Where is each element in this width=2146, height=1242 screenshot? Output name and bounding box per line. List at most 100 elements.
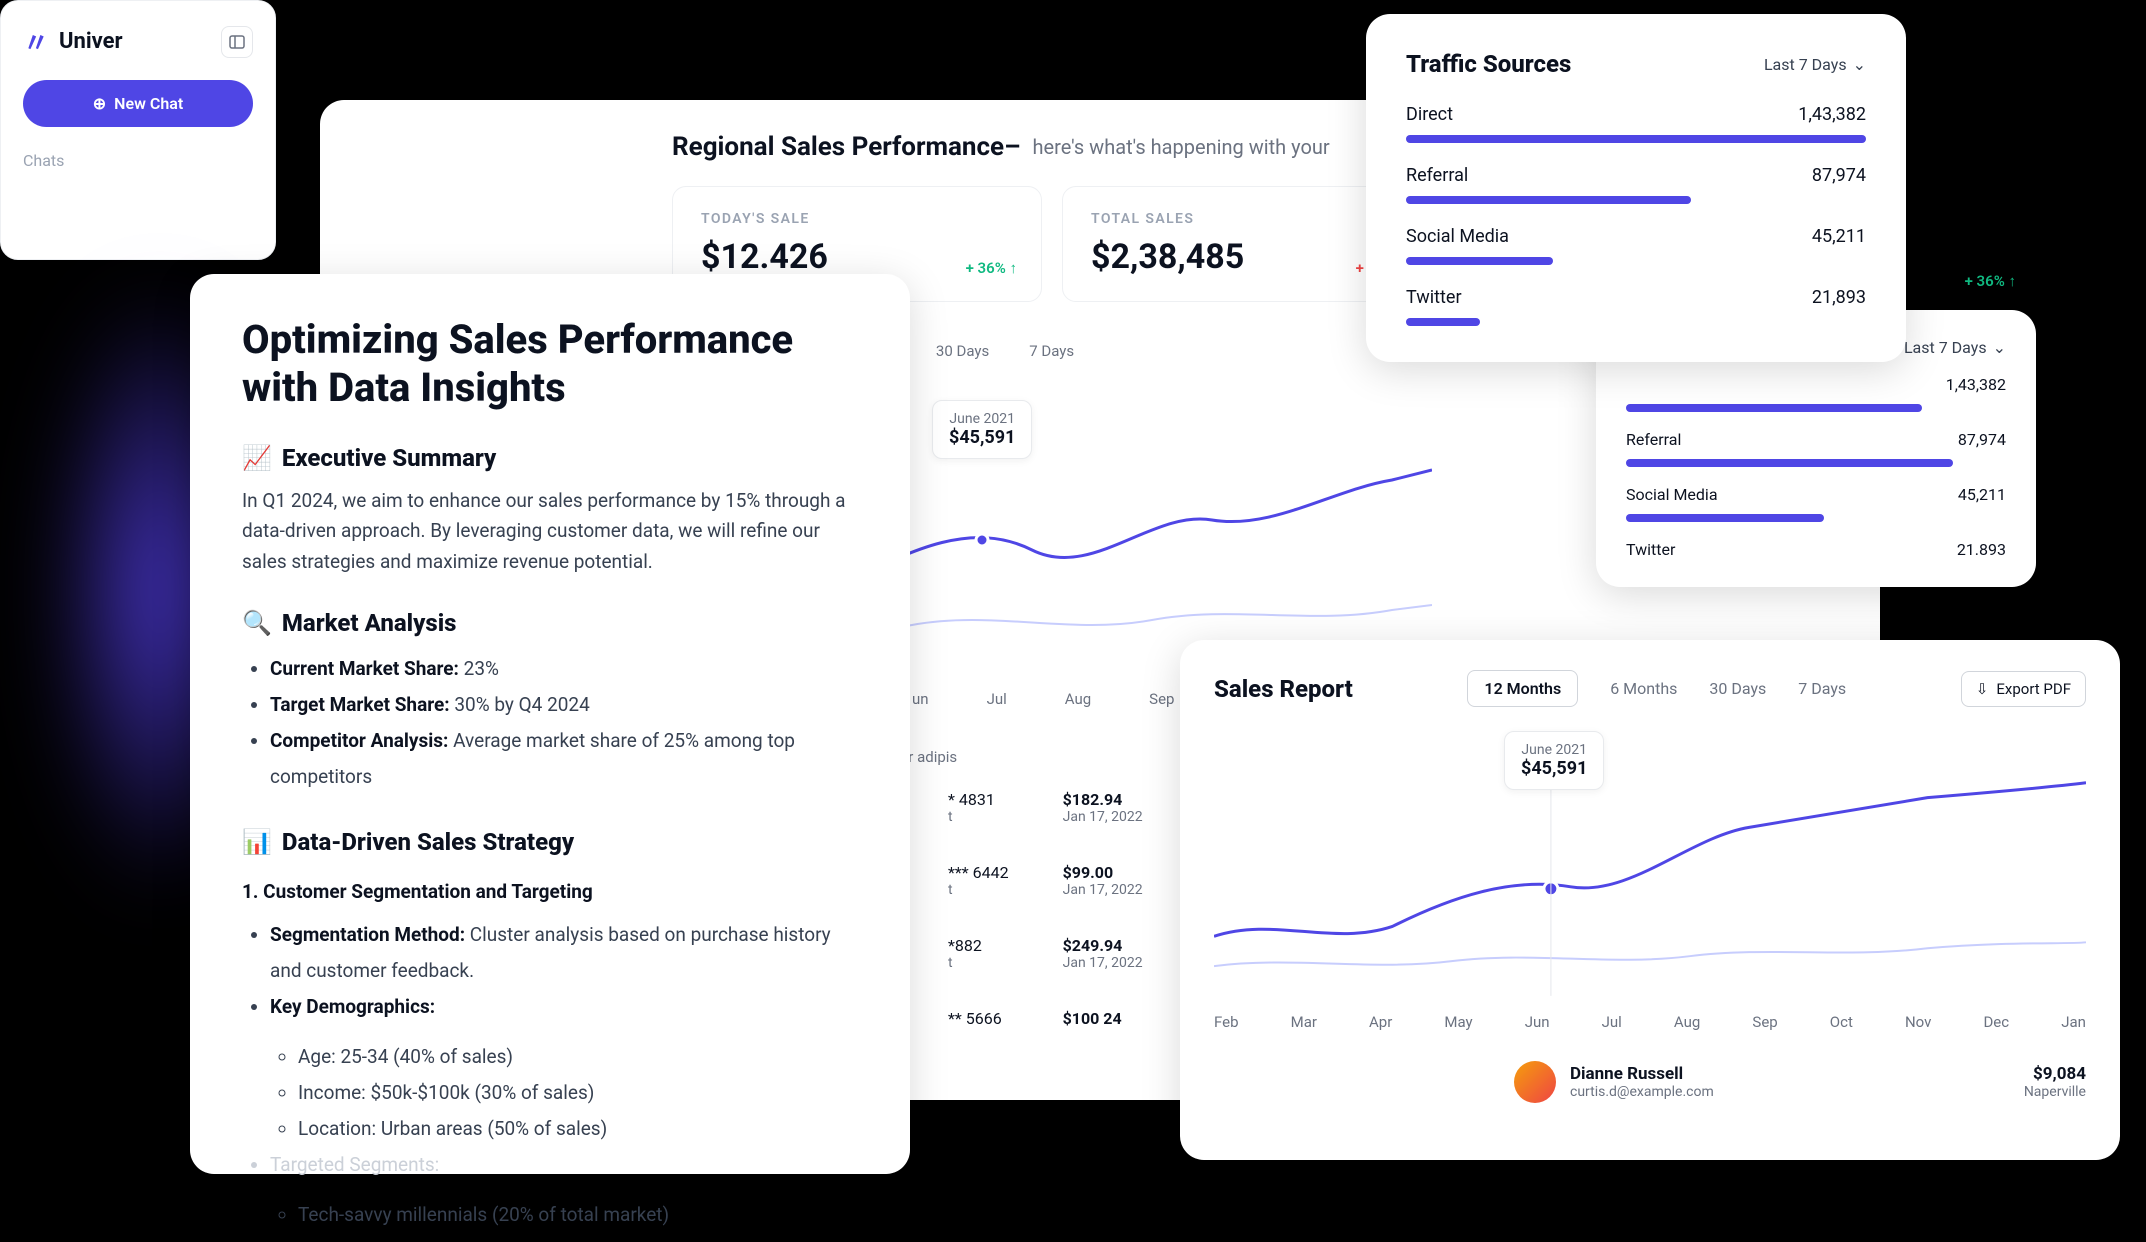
new-chat-button[interactable]: ⊕ New Chat bbox=[23, 80, 253, 127]
sidebar-toggle-icon[interactable] bbox=[221, 26, 253, 58]
stat-change-overflow: + 36% ↑ bbox=[1965, 272, 2016, 290]
sales-report-card: Sales Report 12 Months 6 Months 30 Days … bbox=[1180, 640, 2120, 1160]
tooltip-value: $45,591 bbox=[949, 427, 1015, 448]
traffic-name: Twitter bbox=[1406, 287, 1462, 308]
tab-30days[interactable]: 30 Days bbox=[1709, 679, 1766, 698]
traffic-bar bbox=[1406, 196, 1691, 204]
month-label: Jan bbox=[2061, 1013, 2086, 1031]
traffic-value: 45,211 bbox=[1958, 485, 2006, 504]
market-list: Current Market Share: 23%Target Market S… bbox=[242, 651, 858, 795]
brand-name: Univer bbox=[59, 29, 123, 54]
sales-chart: June 2021 $45,591 bbox=[1214, 737, 2086, 997]
tab-7days[interactable]: 7 Days bbox=[1798, 679, 1846, 698]
table-row: *882t $249.94Jan 17, 2022 bbox=[922, 918, 1169, 989]
user-name: Dianne Russell bbox=[1570, 1064, 1714, 1084]
bar-chart-emoji-icon: 📊 bbox=[242, 828, 272, 856]
month-label: May bbox=[1444, 1013, 1472, 1031]
user-amount: $9,084 bbox=[2024, 1064, 2086, 1084]
traffic-row: Direct 1,43,382 bbox=[1406, 104, 1866, 125]
table-row: ** 5666 $100 24 bbox=[922, 991, 1169, 1046]
month-label: Dec bbox=[1983, 1013, 2009, 1031]
stat-label: TODAY'S SALE bbox=[701, 211, 1013, 227]
month-label: Sep bbox=[1752, 1013, 1777, 1031]
month-label: Aug bbox=[1065, 690, 1091, 708]
range-selector[interactable]: Last 7 Days ⌄ bbox=[1764, 55, 1866, 74]
traffic-row: 1,43,382 bbox=[1626, 375, 2006, 394]
list-item: Target Market Share: 30% by Q4 2024 bbox=[270, 687, 858, 723]
traffic-row: Twitter 21,893 bbox=[1406, 287, 1866, 308]
month-label: Jul bbox=[987, 690, 1007, 708]
traffic-title: Traffic Sources bbox=[1406, 50, 1571, 78]
traffic-name: Social Media bbox=[1626, 485, 1718, 504]
nested-list: Tech-savvy millennials (20% of total mar… bbox=[270, 1197, 858, 1233]
range-tab[interactable]: 7 Days bbox=[1029, 342, 1074, 360]
list-item: Age: 25-34 (40% of sales) bbox=[298, 1039, 858, 1075]
range-tab[interactable]: 30 Days bbox=[936, 342, 989, 360]
month-label: Mar bbox=[1291, 1013, 1317, 1031]
traffic-name: Direct bbox=[1406, 104, 1453, 125]
exec-summary-body: In Q1 2024, we aim to enhance our sales … bbox=[242, 486, 858, 577]
tooltip-date: June 2021 bbox=[949, 411, 1015, 427]
list-item: Segmentation Method: Cluster analysis ba… bbox=[270, 917, 858, 989]
doc-title: Optimizing Sales Performance with Data I… bbox=[242, 316, 858, 412]
month-label: Aug bbox=[1674, 1013, 1700, 1031]
heading-executive-summary: 📈Executive Summary bbox=[242, 444, 858, 472]
traffic-bar bbox=[1406, 318, 1480, 326]
traffic-bar bbox=[1626, 459, 1953, 467]
table-row: *** 6442t $99.00Jan 17, 2022 bbox=[922, 845, 1169, 916]
univer-sidebar: 〃 Univer ⊕ New Chat Chats bbox=[0, 0, 276, 260]
chevron-down-icon: ⌄ bbox=[1993, 338, 2006, 357]
avatar bbox=[1514, 1061, 1556, 1103]
heading-market-analysis: 🔍Market Analysis bbox=[242, 609, 858, 637]
month-label: Oct bbox=[1830, 1013, 1853, 1031]
list-item: Tech-savvy millennials (20% of total mar… bbox=[298, 1197, 858, 1233]
traffic-row: Social Media 45,211 bbox=[1626, 485, 2006, 504]
tab-6months[interactable]: 6 Months bbox=[1610, 679, 1677, 698]
magnifier-emoji-icon: 🔍 bbox=[242, 609, 272, 637]
heading-strategy: 📊Data-Driven Sales Strategy bbox=[242, 828, 858, 856]
traffic-name: Social Media bbox=[1406, 226, 1509, 247]
traffic-row: Referral 87,974 bbox=[1406, 165, 1866, 186]
tab-12months[interactable]: 12 Months bbox=[1467, 670, 1578, 707]
traffic-row: Twitter 21.893 bbox=[1626, 540, 2006, 559]
month-label: Jul bbox=[1602, 1013, 1622, 1031]
sales-report-title: Sales Report bbox=[1214, 675, 1353, 703]
month-label: un bbox=[912, 690, 929, 708]
traffic-name: Referral bbox=[1406, 165, 1468, 186]
download-icon: ⇩ bbox=[1976, 680, 1989, 698]
list-item: Current Market Share: 23% bbox=[270, 651, 858, 687]
traffic-name: Referral bbox=[1626, 430, 1681, 449]
traffic-value: 87,974 bbox=[1812, 165, 1866, 186]
traffic-sources-card: Traffic Sources Last 7 Days ⌄ Direct 1,4… bbox=[1366, 14, 1906, 362]
list-item: Location: Urban areas (50% of sales) bbox=[298, 1111, 858, 1147]
subheading-segmentation: 1. Customer Segmentation and Targeting bbox=[242, 880, 858, 903]
traffic-value: 1,43,382 bbox=[1798, 104, 1866, 125]
traffic-row: Social Media 45,211 bbox=[1406, 226, 1866, 247]
plus-circle-icon: ⊕ bbox=[93, 94, 106, 113]
traffic-bar bbox=[1406, 257, 1553, 265]
univer-logo: 〃 Univer bbox=[23, 23, 123, 60]
list-item: Income: $50k-$100k (30% of sales) bbox=[298, 1075, 858, 1111]
traffic-value: 45,211 bbox=[1812, 226, 1866, 247]
export-pdf-button[interactable]: ⇩ Export PDF bbox=[1961, 671, 2086, 707]
chart-tooltip: June 2021 $45,591 bbox=[932, 400, 1032, 459]
traffic-bar bbox=[1626, 404, 1922, 412]
range-selector[interactable]: Last 7 Days ⌄ bbox=[1904, 338, 2006, 357]
document-card: Optimizing Sales Performance with Data I… bbox=[190, 274, 910, 1174]
stat-change: + 36% ↑ bbox=[966, 259, 1017, 277]
chats-section-label: Chats bbox=[23, 151, 253, 170]
month-label: Nov bbox=[1905, 1013, 1931, 1031]
traffic-value: 21,893 bbox=[1812, 287, 1866, 308]
list-item: Key Demographics: bbox=[270, 989, 858, 1025]
user-row[interactable]: Dianne Russell curtis.d@example.com $9,0… bbox=[1514, 1061, 2086, 1103]
stat-label: TOTAL SALES bbox=[1091, 211, 1403, 227]
user-city: Naperville bbox=[2024, 1084, 2086, 1100]
month-label: Apr bbox=[1369, 1013, 1392, 1031]
user-email: curtis.d@example.com bbox=[1570, 1084, 1714, 1100]
line-chart-icon bbox=[1214, 737, 2086, 997]
list-item: Targeted Segments: Tech-savvy millennial… bbox=[270, 1147, 858, 1233]
dashboard-title: Regional Sales Performance– bbox=[672, 132, 1020, 162]
transactions-fragment: * 4831t $182.94Jan 17, 2022 *** 6442t $9… bbox=[920, 770, 1171, 1048]
traffic-value: 87,974 bbox=[1958, 430, 2006, 449]
traffic-bar bbox=[1626, 514, 1824, 522]
